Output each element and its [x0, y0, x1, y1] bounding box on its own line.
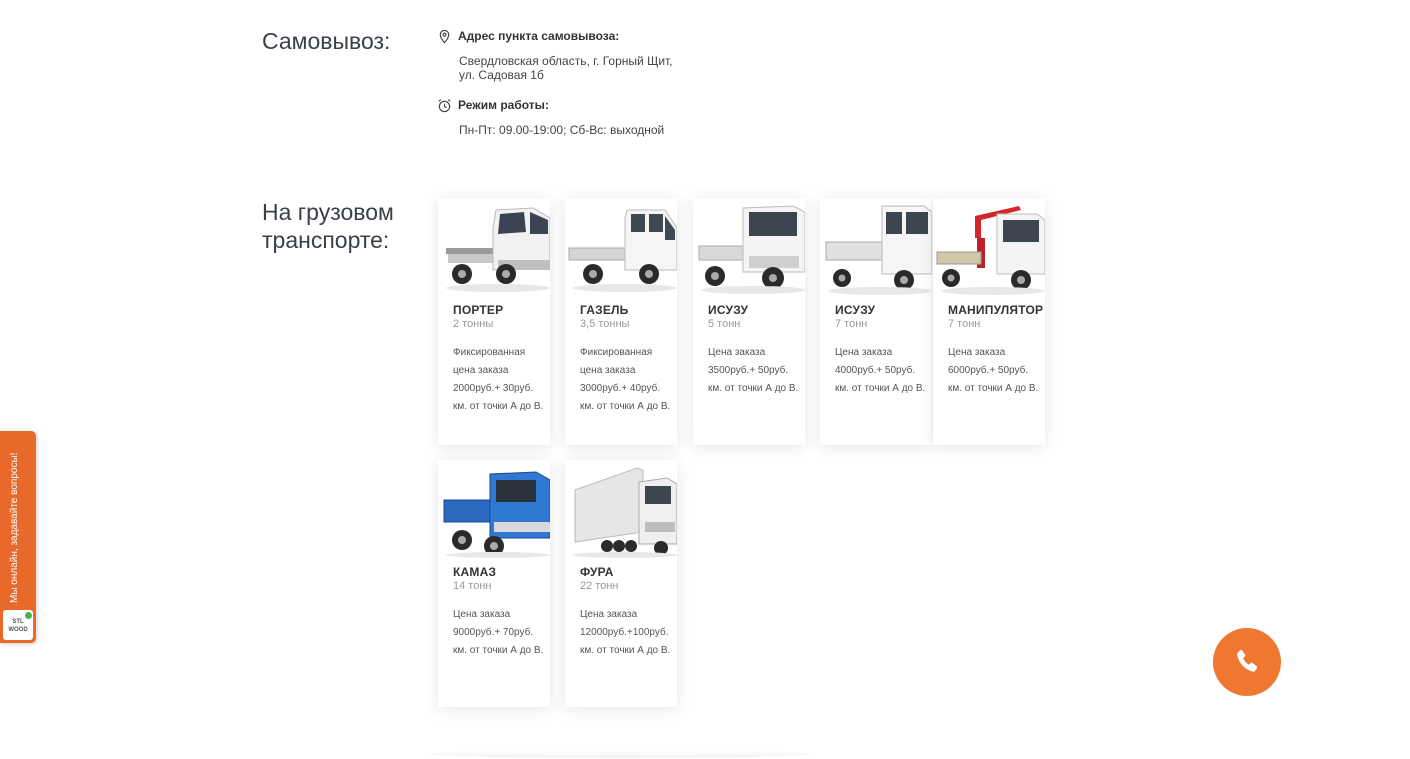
truck-card-fura[interactable]: ФУРА 22 тонн Цена заказа 12000руб.+100ру…	[565, 460, 677, 707]
truck-card-kamaz[interactable]: КАМАЗ 14 тонн Цена заказа 9000руб.+ 70ру…	[438, 460, 550, 707]
truck-card-manipulator[interactable]: МАНИПУЛЯТОР 7 тонн Цена заказа 6000руб.+…	[933, 198, 1045, 445]
truck-price: Цена заказа 6000руб.+ 50руб. км. от точк…	[948, 347, 1039, 394]
truck-capacity: 14 тонн	[453, 580, 492, 592]
hours-text: Пн-Пт: 09.00-19:00; Сб-Вс: выходной	[459, 123, 665, 137]
truck-card-isuzu-5t[interactable]: ИСУЗУ 5 тонн Цена заказа 3500руб.+ 50руб…	[693, 198, 805, 445]
truck-name: МАНИПУЛЯТОР	[948, 303, 1044, 317]
fura-truck-image	[573, 467, 677, 558]
truck-capacity: 2 тонны	[453, 318, 494, 330]
logo-line-2: WOOD	[8, 627, 28, 633]
truck-price: Цена заказа 3500руб.+ 50руб. км. от точк…	[708, 347, 799, 394]
truck-name: ИСУЗУ	[835, 303, 876, 317]
truck-price: Цена заказа 4000руб.+ 50руб. км. от точк…	[835, 347, 926, 394]
alarm-clock-icon	[438, 98, 451, 112]
truck-price: Цена заказа 9000руб.+ 70руб. км. от точк…	[453, 609, 544, 656]
online-status-dot	[25, 612, 32, 619]
truck-capacity: 5 тонн	[708, 318, 741, 330]
gazel-truck-image	[568, 209, 677, 292]
map-pin-icon	[439, 29, 450, 43]
pickup-hours-block: Режим работы: Пн-Пт: 09.00-19:00; Сб-Вс:…	[437, 97, 664, 137]
isuzu-truck-image	[698, 205, 805, 294]
section-divider	[430, 750, 810, 758]
address-label: Адрес пункта самовывоза:	[458, 29, 620, 43]
manipulator-truck-image	[936, 206, 1045, 295]
truck-name: ИСУЗУ	[708, 303, 749, 317]
phone-icon	[1237, 649, 1258, 672]
truck-card-isuzu-7t[interactable]: ИСУЗУ 7 тонн Цена заказа 4000руб.+ 50руб…	[820, 198, 932, 445]
truck-section-title: На грузовом транспорте:	[262, 199, 394, 253]
truck-name: ПОРТЕР	[453, 303, 504, 317]
truck-name: ГАЗЕЛЬ	[580, 303, 629, 317]
pickup-address-block: Адрес пункта самовывоза: Свердловская об…	[437, 28, 673, 82]
truck-capacity: 3,5 тонны	[580, 318, 630, 330]
truck-price: Фиксированная цена заказа 3000руб.+ 40ру…	[580, 347, 671, 412]
truck-price: Фиксированная цена заказа 2000руб.+ 30ру…	[453, 347, 544, 412]
address-text: Свердловская область, г. Горный Щит, ул.…	[459, 54, 673, 82]
truck-price: Цена заказа 12000руб.+100руб. км. от точ…	[580, 609, 671, 656]
chat-widget-text: Мы онлайн, задавайте вопросы!	[9, 452, 20, 603]
kamaz-truck-image	[443, 471, 550, 558]
truck-name: ФУРА	[580, 565, 614, 579]
pickup-title: Самовывоз:	[262, 28, 391, 54]
truck-capacity: 7 тонн	[948, 318, 981, 330]
truck-capacity: 22 тонн	[580, 580, 619, 592]
truck-capacity: 7 тонн	[835, 318, 868, 330]
logo-line-1: STL	[12, 619, 24, 625]
hours-label: Режим работы:	[458, 98, 549, 112]
call-button[interactable]	[1213, 628, 1281, 696]
truck-card-gazel[interactable]: ГАЗЕЛЬ 3,5 тонны Фиксированная цена зака…	[565, 198, 677, 445]
truck-name: КАМАЗ	[453, 565, 497, 579]
truck-card-porter[interactable]: ПОРТЕР 2 тонны Фиксированная цена заказа…	[438, 198, 550, 445]
porter-truck-image	[446, 207, 550, 292]
isuzu-truck-image	[825, 205, 932, 295]
